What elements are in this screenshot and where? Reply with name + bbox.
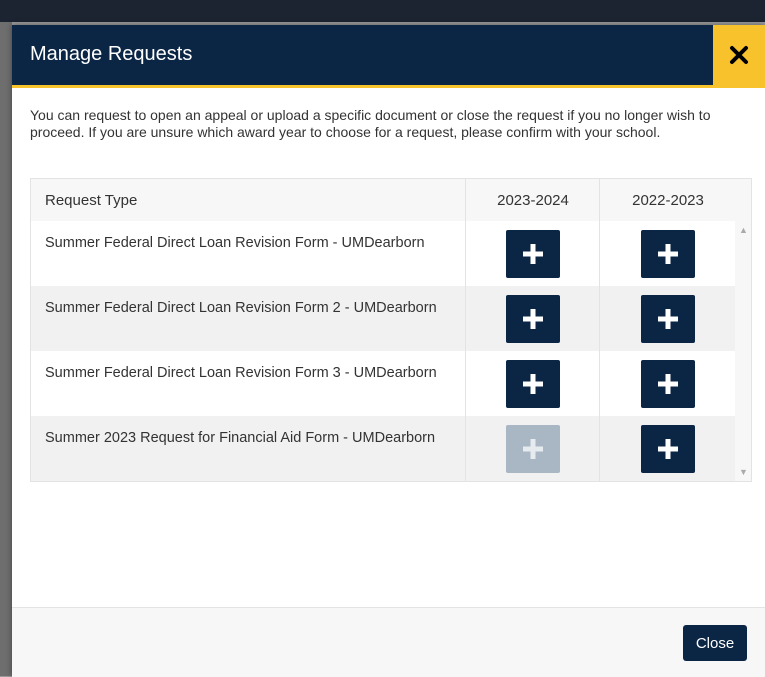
request-type-label: Summer Federal Direct Loan Revision Form…	[45, 365, 437, 381]
table-row: Summer Federal Direct Loan Revision Form…	[31, 351, 735, 416]
header-year-2022-2023: 2022-2023	[599, 179, 736, 221]
table-scrollbar[interactable]: ▲ ▼	[735, 221, 751, 481]
requests-table: Request Type 2023-2024 2022-2023 Summer …	[30, 178, 752, 482]
header-request-type: Request Type	[45, 191, 138, 209]
table-row: Summer 2023 Request for Financial Aid Fo…	[31, 416, 735, 481]
app-top-bar	[0, 0, 765, 22]
plus-icon	[658, 373, 678, 394]
header-year-2023-2024: 2023-2024	[465, 179, 600, 221]
plus-icon	[658, 438, 678, 459]
plus-icon	[658, 308, 678, 329]
modal-title: Manage Requests	[30, 43, 193, 65]
add-request-2022-2023-button[interactable]	[641, 359, 695, 408]
background-overlay	[0, 22, 12, 676]
close-x-icon	[730, 46, 748, 64]
close-modal-button[interactable]	[713, 25, 765, 85]
close-button[interactable]: Close	[683, 625, 747, 661]
add-request-2023-2024-button[interactable]	[506, 229, 560, 278]
request-type-label: Summer Federal Direct Loan Revision Form…	[45, 235, 425, 251]
table-row: Summer Federal Direct Loan Revision Form…	[31, 286, 735, 351]
add-request-2023-2024-button-disabled	[506, 424, 560, 473]
plus-icon	[523, 373, 543, 394]
scroll-up-icon[interactable]: ▲	[739, 225, 748, 235]
request-type-label: Summer 2023 Request for Financial Aid Fo…	[45, 430, 436, 446]
table-header: Request Type 2023-2024 2022-2023	[31, 179, 751, 222]
add-request-2023-2024-button[interactable]	[506, 294, 560, 343]
plus-icon	[658, 243, 678, 264]
manage-requests-modal: Manage Requests You can request to open …	[12, 25, 765, 677]
intro-text: You can request to open an appeal or upl…	[30, 107, 711, 140]
request-type-label: Summer Federal Direct Loan Revision Form…	[45, 300, 437, 316]
modal-footer: Close	[12, 607, 765, 677]
add-request-2022-2023-button[interactable]	[641, 229, 695, 278]
table-row: Summer Federal Direct Loan Revision Form…	[31, 221, 735, 286]
modal-header: Manage Requests	[12, 25, 765, 88]
scroll-down-icon[interactable]: ▼	[739, 467, 748, 477]
add-request-2022-2023-button[interactable]	[641, 424, 695, 473]
add-request-2022-2023-button[interactable]	[641, 294, 695, 343]
plus-icon	[523, 243, 543, 264]
plus-icon	[523, 438, 543, 459]
add-request-2023-2024-button[interactable]	[506, 359, 560, 408]
plus-icon	[523, 308, 543, 329]
